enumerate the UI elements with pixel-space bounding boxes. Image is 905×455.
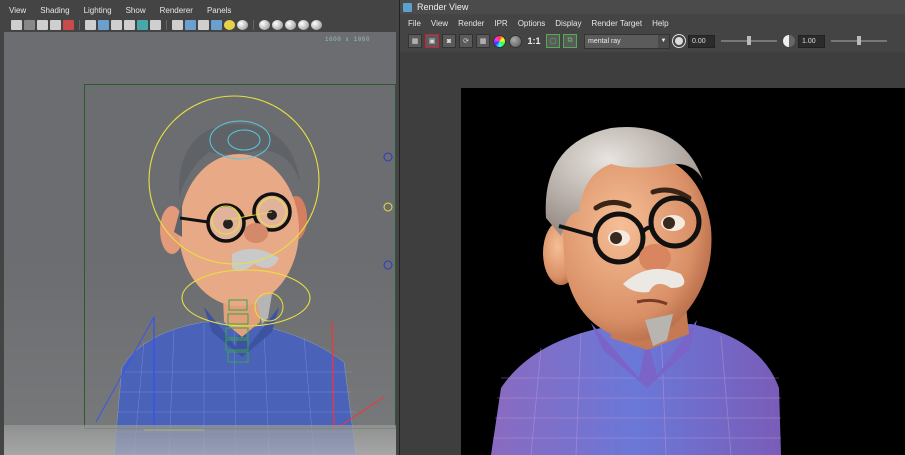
viewport-toolbar bbox=[0, 18, 399, 32]
exposure-slider-thumb[interactable] bbox=[747, 36, 751, 45]
resolution-gate bbox=[84, 84, 396, 429]
exposure-slider[interactable] bbox=[721, 36, 777, 45]
renderer-dropdown-value: mental ray bbox=[588, 37, 621, 45]
ambient-occlusion-icon[interactable] bbox=[298, 20, 309, 30]
menu-lighting[interactable]: Lighting bbox=[75, 4, 117, 18]
film-gate-icon[interactable] bbox=[63, 20, 74, 30]
xray-joints-icon[interactable] bbox=[272, 20, 283, 30]
gamma-slider-thumb[interactable] bbox=[857, 36, 861, 45]
render-area[interactable] bbox=[400, 52, 905, 455]
image-plane-icon[interactable] bbox=[50, 20, 61, 30]
exposure-field[interactable]: 0.00 bbox=[688, 34, 715, 48]
menu-shading[interactable]: Shading bbox=[31, 4, 74, 18]
menu-render[interactable]: Render bbox=[453, 17, 489, 30]
motion-blur-icon[interactable] bbox=[311, 20, 322, 30]
ipr-render-icon[interactable]: ▦ bbox=[476, 34, 490, 48]
menu-display[interactable]: Display bbox=[550, 17, 586, 30]
toolbar-divider bbox=[253, 20, 254, 30]
alpha-channel-icon[interactable] bbox=[509, 34, 522, 48]
real-size-button[interactable]: 1:1 bbox=[525, 34, 543, 48]
default-light-icon[interactable] bbox=[198, 20, 209, 30]
viewport-menubar: View Shading Lighting Show Renderer Pane… bbox=[0, 4, 399, 18]
viewport-panel: View Shading Lighting Show Renderer Pane… bbox=[0, 0, 399, 455]
xray-icon[interactable] bbox=[259, 20, 270, 30]
field-chart-icon[interactable] bbox=[124, 20, 135, 30]
backface-icon[interactable] bbox=[285, 20, 296, 30]
gamma-field[interactable]: 1.00 bbox=[798, 34, 825, 48]
menu-help[interactable]: Help bbox=[647, 17, 673, 30]
rendered-image bbox=[461, 88, 905, 455]
all-lights-icon[interactable] bbox=[211, 20, 222, 30]
window-icon bbox=[403, 2, 412, 12]
shadows-icon[interactable] bbox=[224, 20, 235, 30]
safe-title-icon[interactable] bbox=[150, 20, 161, 30]
menu-ipr[interactable]: IPR bbox=[489, 17, 512, 30]
render-view-toolbar: ▦ ▣ ◙ ⟳ ▦ 1:1 ▢ ⧉ mental ray ▼ 0.00 1.00 bbox=[400, 30, 905, 52]
menu-file[interactable]: File bbox=[400, 17, 426, 30]
refresh-ipr-icon[interactable]: ⟳ bbox=[459, 34, 473, 48]
render-nose bbox=[639, 244, 671, 272]
menu-options[interactable]: Options bbox=[513, 17, 551, 30]
menu-panels[interactable]: Panels bbox=[198, 4, 236, 18]
menu-view[interactable]: View bbox=[0, 4, 31, 18]
menu-show[interactable]: Show bbox=[117, 4, 151, 18]
isolate-icon[interactable] bbox=[237, 20, 248, 30]
wireframe-icon[interactable] bbox=[172, 20, 183, 30]
menu-render-target[interactable]: Render Target bbox=[587, 17, 648, 30]
perspective-viewport[interactable]: 1600 x 1060 bbox=[4, 32, 396, 455]
chevron-down-icon: ▼ bbox=[658, 34, 669, 48]
gamma-icon bbox=[783, 35, 795, 47]
toolbar-divider bbox=[166, 20, 167, 30]
redo-render-icon[interactable]: ▦ bbox=[408, 34, 422, 48]
render-view-menubar: File View Render IPR Options Display Ren… bbox=[400, 17, 905, 30]
grid-icon[interactable] bbox=[85, 20, 96, 30]
snapshot-icon[interactable]: ◙ bbox=[442, 34, 456, 48]
render-view-window: Render View File View Render IPR Options… bbox=[399, 0, 905, 455]
safe-action-icon[interactable] bbox=[137, 20, 148, 30]
gamma-slider[interactable] bbox=[831, 36, 887, 45]
render-region-icon[interactable]: ▣ bbox=[425, 34, 439, 48]
gate-mask-icon[interactable] bbox=[111, 20, 122, 30]
smooth-shade-icon[interactable] bbox=[185, 20, 196, 30]
select-camera-icon[interactable] bbox=[11, 20, 22, 30]
renderer-dropdown[interactable]: mental ray ▼ bbox=[584, 33, 670, 49]
rgb-channels-icon[interactable] bbox=[493, 34, 506, 48]
camera-attr-icon[interactable] bbox=[24, 20, 35, 30]
window-title: Render View bbox=[417, 2, 469, 12]
render-view-titlebar[interactable]: Render View bbox=[400, 0, 905, 14]
bookmark-icon[interactable] bbox=[37, 20, 48, 30]
menu-renderer[interactable]: Renderer bbox=[151, 4, 198, 18]
maya-workspace: View Shading Lighting Show Renderer Pane… bbox=[0, 0, 905, 455]
ground-plane bbox=[4, 425, 396, 455]
toolbar-divider bbox=[79, 20, 80, 30]
resolution-gate-icon[interactable] bbox=[98, 20, 109, 30]
rendered-character bbox=[491, 127, 781, 455]
keep-image-icon[interactable]: ▢ bbox=[546, 34, 560, 48]
resolution-gate-label: 1600 x 1060 bbox=[324, 36, 370, 43]
exposure-icon bbox=[673, 35, 685, 47]
remove-image-icon[interactable]: ⧉ bbox=[563, 34, 577, 48]
menu-view[interactable]: View bbox=[426, 17, 453, 30]
